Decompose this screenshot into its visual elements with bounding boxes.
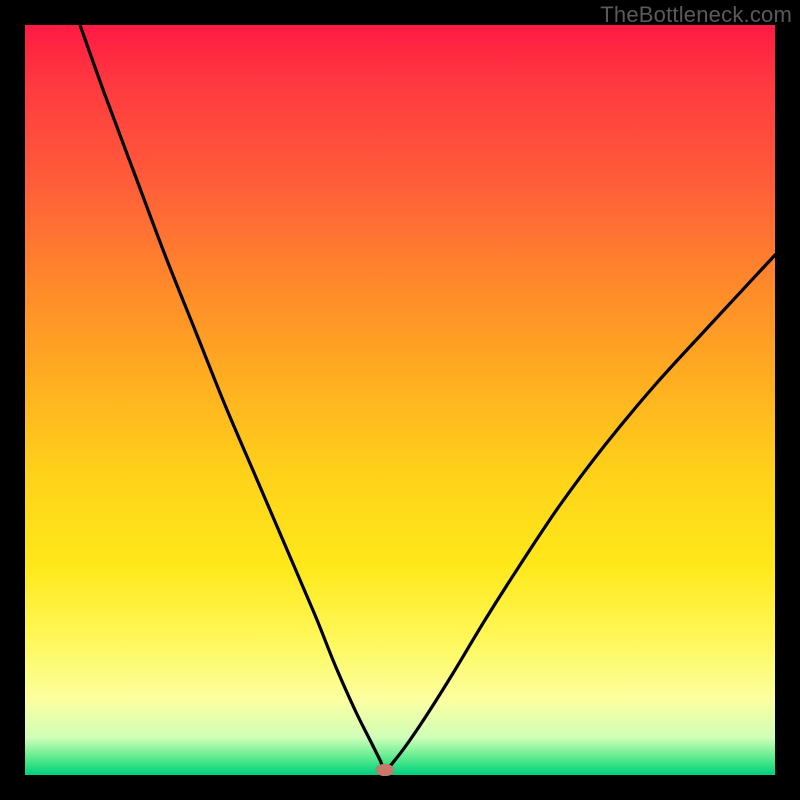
watermark-text: TheBottleneck.com xyxy=(600,2,792,28)
plot-area xyxy=(25,25,775,775)
optimum-marker xyxy=(376,764,394,776)
gradient-background xyxy=(25,25,775,775)
